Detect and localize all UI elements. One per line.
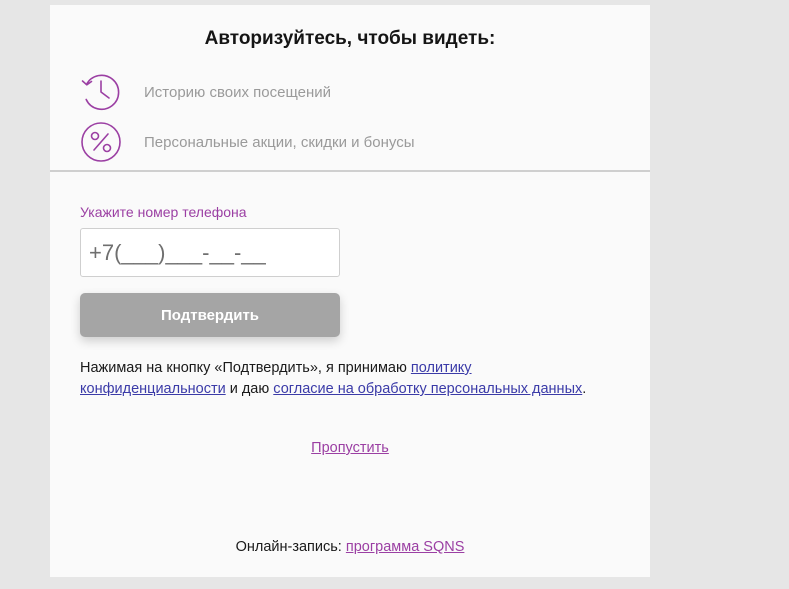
page-title: Авторизуйтесь, чтобы видеть:: [204, 28, 496, 49]
benefit-history-text: Историю своих посещений: [144, 83, 332, 101]
percent-icon: [80, 121, 122, 163]
consent-text-after: .: [582, 381, 587, 397]
phone-label: Укажите номер телефона: [80, 204, 247, 220]
footer: Онлайн-запись: программа SQNS: [50, 539, 650, 555]
benefit-discounts-text: Персональные акции, скидки и бонусы: [144, 133, 415, 151]
confirm-button[interactable]: Подтвердить: [80, 293, 340, 337]
consent-text: Нажимая на кнопку «Подтвердить», я прини…: [80, 358, 600, 400]
footer-prefix: Онлайн-запись:: [235, 539, 346, 555]
benefits-section: Авторизуйтесь, чтобы видеть: Историю сво…: [50, 5, 650, 172]
benefit-history: Историю своих посещений: [80, 71, 331, 113]
consent-text-middle: и даю: [225, 381, 274, 397]
phone-input[interactable]: [80, 228, 340, 277]
data-processing-consent-link[interactable]: согласие на обработку персональных данны…: [273, 381, 582, 397]
benefit-discounts: Персональные акции, скидки и бонусы: [80, 121, 415, 163]
history-clock-icon: [80, 71, 122, 113]
auth-card: Авторизуйтесь, чтобы видеть: Историю сво…: [50, 5, 650, 577]
consent-text-before: Нажимая на кнопку «Подтвердить», я прини…: [80, 360, 411, 376]
skip-link[interactable]: Пропустить: [311, 440, 389, 456]
sqns-link[interactable]: программа SQNS: [346, 539, 465, 555]
skip-container: Пропустить: [50, 439, 650, 457]
